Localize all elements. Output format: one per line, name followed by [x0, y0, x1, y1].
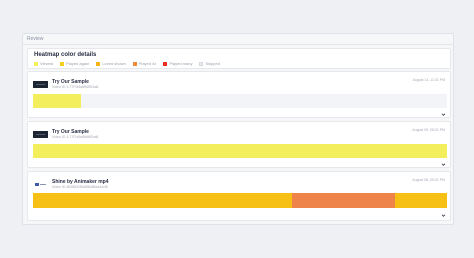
recording-card[interactable]: Try Our Sample Video ID 3-77f7d5a8fb8ff2… [27, 121, 451, 168]
heatmap-bar [33, 193, 447, 208]
chevron-down-icon[interactable] [441, 162, 446, 167]
legend-swatch [199, 61, 204, 66]
heatmap-segment [291, 193, 396, 208]
legend-item: Played many [163, 61, 192, 66]
legend-swatch [60, 61, 65, 66]
review-panel: Review Heatmap color details Viewed Play… [22, 33, 454, 225]
chevron-down-icon[interactable] [441, 213, 446, 218]
chevron-down-icon[interactable] [441, 112, 446, 117]
legend-item: Played again [60, 61, 89, 66]
legend-label: Skipped [205, 61, 220, 66]
legend-label: Played again [66, 61, 90, 66]
panel-divider [23, 44, 453, 45]
recording-date: August 08, 09:31 PM [412, 178, 445, 182]
legend-swatch [96, 61, 101, 66]
video-thumbnail [33, 181, 48, 188]
video-thumbnail [33, 131, 48, 138]
legend-label: Played many [169, 61, 193, 66]
legend-swatch [132, 61, 137, 66]
heatmap-segment [33, 94, 82, 108]
legend-item: Viewed [34, 61, 53, 66]
video-thumbnail [33, 81, 48, 88]
video-id: Video ID 3-77f7d5a8fb8ff2ca8 [52, 85, 99, 89]
legend-item: Played 4x [132, 61, 157, 66]
heatmap-segment [33, 193, 292, 208]
video-id: Video ID 3-77f7d5a8fb8ff2ca8 [52, 135, 99, 139]
heatmap-segment [395, 193, 447, 208]
legend-label: Played 4x [138, 61, 157, 66]
recording-date: August 09, 08:31 PM [412, 128, 445, 132]
legend-title: Heatmap color details [34, 52, 97, 58]
recording-card[interactable]: Try Our Sample Video ID 3-77f7d5a8fb8ff2… [27, 71, 451, 118]
heatmap-bar [33, 144, 447, 158]
heatmap-legend: Heatmap color details Viewed Played agai… [27, 48, 451, 69]
legend-item: Loved shown [96, 61, 126, 66]
legend-swatch [163, 61, 168, 66]
legend-items: Viewed Played again Loved shown Played 4… [34, 61, 220, 66]
heatmap-bar [33, 94, 447, 108]
recording-card[interactable]: Shine by Animaker mp4 Video ID 4828832f5… [27, 171, 451, 221]
legend-item: Skipped [199, 61, 220, 66]
legend-label: Loved shown [102, 61, 126, 66]
legend-label: Viewed [40, 61, 54, 66]
legend-swatch [34, 61, 38, 66]
recording-date: August 13, 11:31 PM [412, 78, 445, 82]
panel-title: Review [27, 36, 44, 42]
heatmap-segment [33, 144, 447, 158]
video-id: Video ID 4828832f5d6f8c58da44cf6 [52, 185, 108, 189]
